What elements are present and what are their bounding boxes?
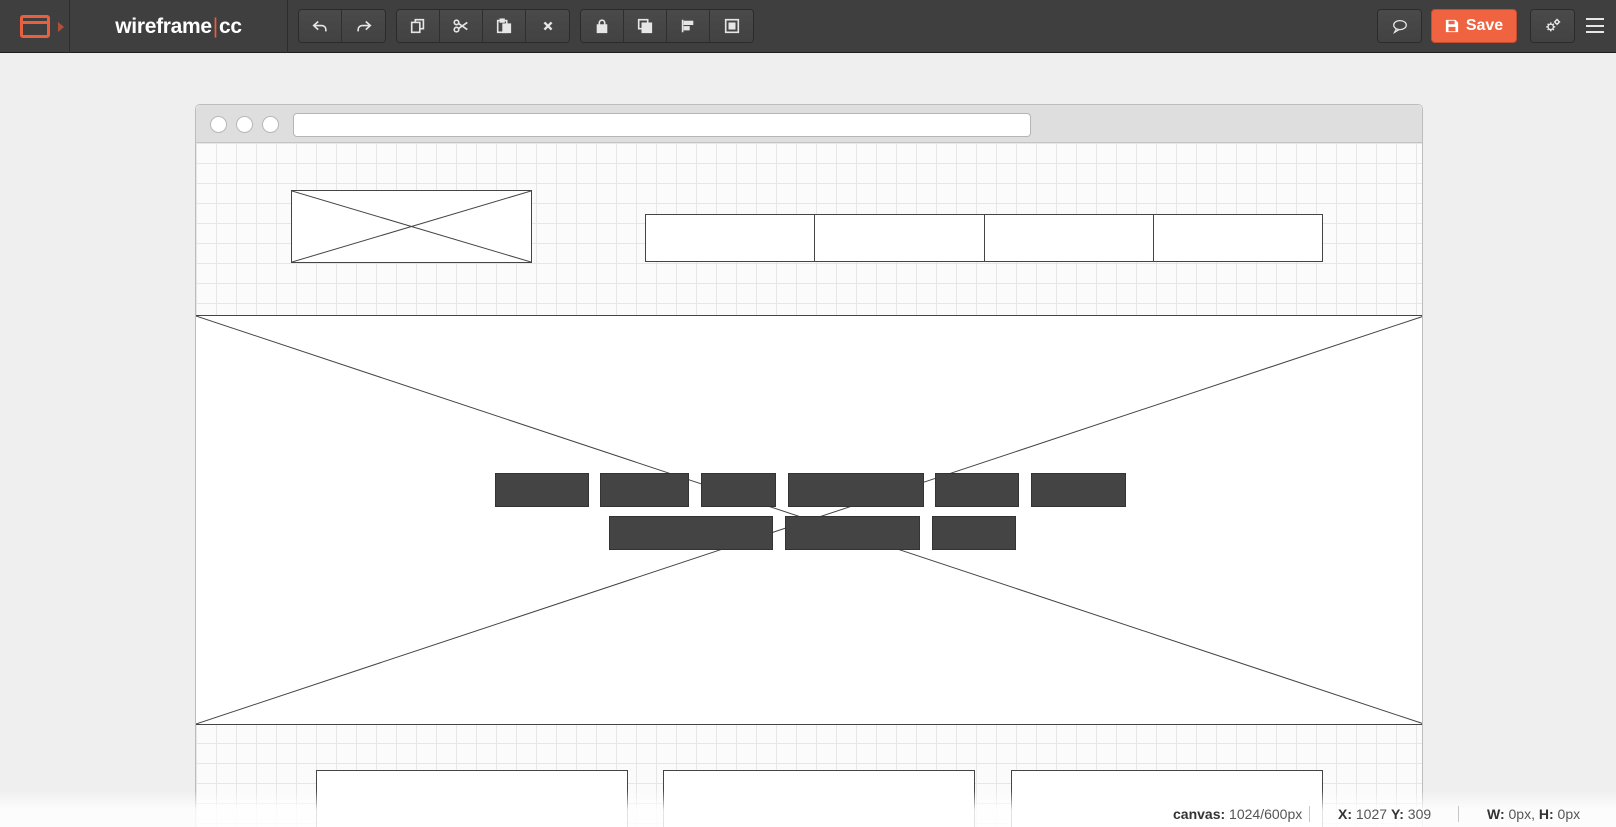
text-block-placeholder[interactable] — [609, 516, 773, 550]
hamburger-icon[interactable] — [1586, 18, 1604, 33]
canvas-size-readout: canvas: 1024/600px — [1173, 806, 1302, 824]
paste-icon — [496, 18, 512, 34]
gears-icon — [1545, 18, 1560, 32]
logo-image-placeholder[interactable] — [291, 190, 532, 263]
paste-button[interactable] — [483, 10, 526, 42]
group-icon — [724, 18, 739, 34]
canvas-value: 1024/600px — [1229, 806, 1303, 822]
brand-separator: | — [212, 14, 218, 38]
browser-frame — [195, 104, 1423, 827]
scissors-icon — [453, 19, 468, 33]
bring-front-button[interactable] — [624, 10, 667, 42]
save-label: Save — [1465, 17, 1504, 34]
brand-cc: cc — [218, 14, 242, 38]
edit-group — [396, 9, 570, 43]
selection-size-readout: W: 0px, H: 0px — [1487, 806, 1580, 824]
settings-group — [1530, 9, 1575, 43]
navigation-placeholder[interactable] — [645, 214, 1323, 262]
text-block-placeholder[interactable] — [788, 473, 924, 507]
lock-button[interactable] — [581, 10, 624, 42]
save-button[interactable]: Save — [1431, 9, 1517, 43]
nav-item-placeholder[interactable] — [815, 215, 985, 261]
duplicate-button[interactable] — [397, 10, 440, 42]
app-menu-button[interactable] — [0, 0, 70, 53]
y-value: 309 — [1407, 806, 1432, 822]
arrange-group — [580, 9, 754, 43]
redo-button[interactable] — [342, 10, 385, 42]
h-value: 0px — [1557, 806, 1581, 822]
window-minimize-dot[interactable] — [236, 116, 253, 133]
history-group — [298, 9, 386, 43]
x-label: X: — [1338, 806, 1352, 822]
redo-icon — [356, 20, 372, 32]
h-label: H: — [1538, 806, 1554, 822]
menu-line — [1586, 18, 1604, 20]
text-block-placeholder[interactable] — [785, 516, 920, 550]
delete-button[interactable] — [526, 10, 569, 42]
comment-group — [1377, 9, 1422, 43]
nav-item-placeholder[interactable] — [1154, 215, 1322, 261]
text-block-placeholder[interactable] — [495, 473, 589, 507]
speech-bubble-icon — [1392, 19, 1407, 34]
group-button[interactable] — [710, 10, 753, 42]
window-icon — [20, 15, 50, 38]
image-placeholder-icon — [292, 191, 531, 262]
top-toolbar: wireframe | cc Save — [0, 0, 1616, 53]
w-value: 0px, — [1508, 806, 1535, 822]
status-divider — [1309, 806, 1310, 822]
status-divider — [1458, 806, 1459, 822]
window-close-dot[interactable] — [210, 116, 227, 133]
window-maximize-dot[interactable] — [262, 116, 279, 133]
comment-button[interactable] — [1378, 10, 1421, 42]
x-value: 1027 — [1355, 806, 1388, 822]
text-block-placeholder[interactable] — [1031, 473, 1126, 507]
cut-button[interactable] — [440, 10, 483, 42]
menu-line — [1586, 24, 1604, 27]
close-icon — [543, 21, 552, 31]
menu-line — [1586, 31, 1604, 33]
lock-icon — [596, 19, 608, 34]
browser-title-bar — [196, 105, 1422, 143]
y-label: Y: — [1390, 806, 1404, 822]
caret-right-icon — [58, 22, 64, 32]
canvas-label: canvas: — [1173, 806, 1226, 822]
nav-item-placeholder[interactable] — [646, 215, 816, 261]
layers-icon — [637, 18, 653, 34]
undo-button[interactable] — [299, 10, 342, 42]
brand-wireframe: wireframe — [115, 14, 212, 38]
undo-icon — [312, 20, 327, 32]
settings-button[interactable] — [1531, 10, 1574, 42]
app-logo: wireframe | cc — [70, 0, 288, 53]
wireframe-canvas[interactable] — [196, 143, 1422, 827]
text-block-placeholder[interactable] — [932, 516, 1016, 550]
floppy-disk-icon — [1445, 19, 1458, 33]
text-block-placeholder[interactable] — [935, 473, 1019, 507]
text-block-placeholder[interactable] — [701, 473, 776, 507]
nav-item-placeholder[interactable] — [985, 215, 1154, 261]
cursor-position-readout: X: 1027 Y: 309 — [1338, 806, 1431, 824]
duplicate-icon — [410, 18, 425, 34]
align-left-button[interactable] — [667, 10, 710, 42]
align-left-icon — [681, 19, 694, 33]
w-label: W: — [1487, 806, 1505, 822]
url-bar[interactable] — [293, 113, 1031, 137]
text-block-placeholder[interactable] — [600, 473, 689, 507]
